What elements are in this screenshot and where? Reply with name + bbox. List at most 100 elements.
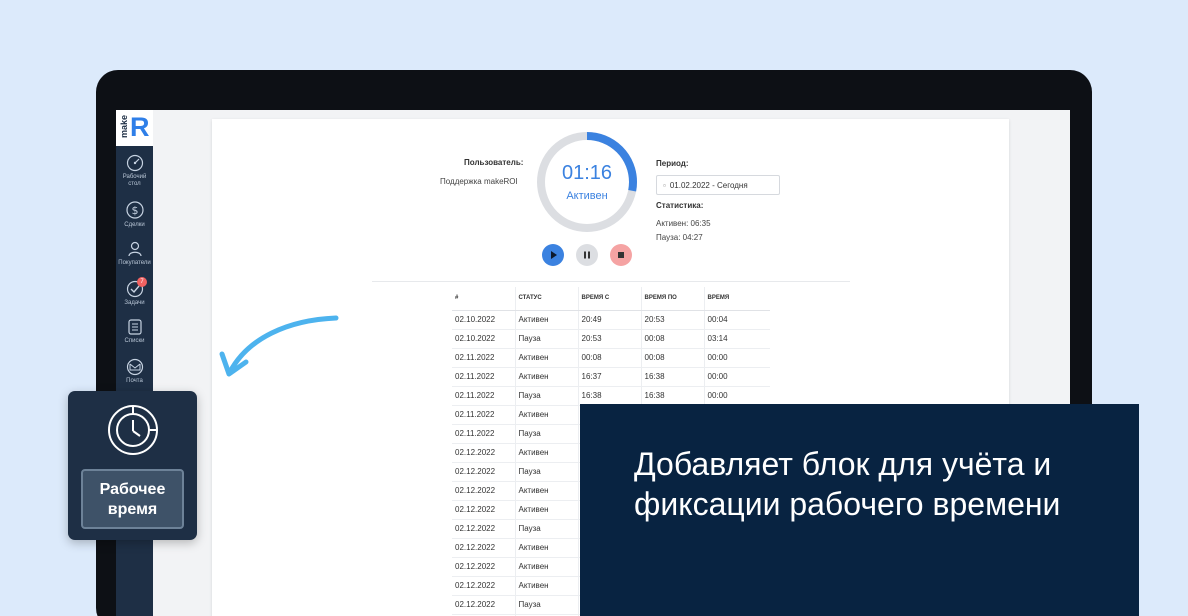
pause-button[interactable] xyxy=(576,244,598,266)
cell-to: 16:38 xyxy=(640,386,704,406)
column-header-from: ВРЕМЯ С xyxy=(577,287,641,311)
section-divider xyxy=(372,281,850,282)
cell-status: Пауза xyxy=(514,595,578,615)
work-time-widget[interactable]: Рабочее время xyxy=(68,391,197,540)
period-label: Период: xyxy=(656,159,689,168)
period-value: 01.02.2022 - Сегодня xyxy=(669,181,748,190)
cell-status: Активен xyxy=(514,348,578,368)
cell-duration: 03:14 xyxy=(703,329,770,349)
column-header-to: ВРЕМЯ ПО xyxy=(640,287,704,311)
table-row: 02.10.2022 Активен 20:49 20:53 00:04 xyxy=(452,310,770,330)
column-header-duration: ВРЕМЯ xyxy=(703,287,770,311)
sidebar-item-lists[interactable]: Списки xyxy=(116,318,153,345)
cell-date: 02.11.2022 xyxy=(452,424,515,444)
cell-to: 16:38 xyxy=(640,367,704,387)
cell-status: Активен xyxy=(514,557,578,577)
cell-status: Активен xyxy=(514,443,578,463)
cell-from: 16:38 xyxy=(577,386,641,406)
work-time-button[interactable]: Рабочее время xyxy=(81,469,184,529)
play-icon xyxy=(551,251,557,259)
table-row: 02.11.2022 Активен 00:08 00:08 00:00 xyxy=(452,348,770,368)
cell-status: Пауза xyxy=(514,462,578,482)
cell-status: Активен xyxy=(514,538,578,558)
table-header-row: # СТАТУС ВРЕМЯ С ВРЕМЯ ПО ВРЕМЯ xyxy=(452,287,770,311)
sidebar-item-label: Списки xyxy=(124,338,145,344)
cell-date: 02.12.2022 xyxy=(452,443,515,463)
cell-from: 20:49 xyxy=(577,310,641,330)
cell-to: 00:08 xyxy=(640,329,704,349)
cell-status: Активен xyxy=(514,481,578,501)
cell-date: 02.11.2022 xyxy=(452,405,515,425)
user-name: Поддержка makeROI xyxy=(440,177,518,186)
pause-icon xyxy=(584,251,590,259)
cell-status: Активен xyxy=(514,500,578,520)
sidebar-item-deals[interactable]: $ Сделки xyxy=(116,200,153,229)
clock-icon xyxy=(108,405,158,455)
play-button[interactable] xyxy=(542,244,564,266)
column-header-status: СТАТУС xyxy=(514,287,578,311)
mail-icon xyxy=(126,358,143,376)
cell-status: Активен xyxy=(514,310,578,330)
cell-date: 02.12.2022 xyxy=(452,500,515,520)
stats-label: Статистика: xyxy=(656,201,704,210)
user-label: Пользователь: xyxy=(464,158,524,167)
cell-status: Пауза xyxy=(514,329,578,349)
sidebar-item-label: Рабочий стол xyxy=(122,174,147,187)
sidebar-item-dashboard[interactable]: Рабочий стол xyxy=(116,154,153,188)
cell-duration: 00:00 xyxy=(703,367,770,387)
cell-status: Активен xyxy=(514,405,578,425)
timer-ring: 01:16 Активен xyxy=(535,130,639,234)
sidebar: make R Рабочий стол $ Сделки Покупатели … xyxy=(116,110,153,616)
sidebar-item-label: Задачи xyxy=(124,300,145,306)
logo-text: make xyxy=(119,115,129,139)
cell-duration: 00:00 xyxy=(703,386,770,406)
stop-icon xyxy=(618,252,624,258)
table-row: 02.11.2022 Пауза 16:38 16:38 00:00 xyxy=(452,386,770,406)
cell-date: 02.12.2022 xyxy=(452,462,515,482)
cell-from: 00:08 xyxy=(577,348,641,368)
column-header-date: # xyxy=(452,287,515,311)
sidebar-item-label: Почта xyxy=(126,378,143,384)
cell-date: 02.11.2022 xyxy=(452,386,515,406)
cell-date: 02.12.2022 xyxy=(452,519,515,539)
period-date-field[interactable]: ▫ 01.02.2022 - Сегодня xyxy=(656,175,780,195)
cell-date: 02.11.2022 xyxy=(452,348,515,368)
cell-from: 16:37 xyxy=(577,367,641,387)
cell-date: 02.12.2022 xyxy=(452,481,515,501)
cell-status: Активен xyxy=(514,576,578,596)
cell-status: Пауза xyxy=(514,386,578,406)
dashboard-icon xyxy=(126,154,143,172)
timer-status: Активен xyxy=(566,190,608,202)
table-row: 02.10.2022 Пауза 20:53 00:08 03:14 xyxy=(452,329,770,349)
stats-pause: Пауза: 04:27 xyxy=(656,233,703,242)
sidebar-item-mail[interactable]: Почта xyxy=(116,358,153,385)
logo-letter: R xyxy=(130,112,150,142)
cell-to: 20:53 xyxy=(640,310,704,330)
cell-duration: 00:04 xyxy=(703,310,770,330)
cell-duration: 00:00 xyxy=(703,348,770,368)
cell-date: 02.10.2022 xyxy=(452,329,515,349)
promo-text: Добавляет блок для учёта и фиксации рабо… xyxy=(634,446,1061,522)
calendar-icon: ▫ xyxy=(663,181,666,190)
cell-date: 02.12.2022 xyxy=(452,557,515,577)
lists-icon xyxy=(127,319,142,335)
timer-value: 01:16 xyxy=(561,162,613,184)
cell-status: Пауза xyxy=(514,424,578,444)
tasks-badge: 7 xyxy=(137,277,147,287)
sidebar-item-label: Сделки xyxy=(124,222,145,228)
sidebar-item-tasks[interactable]: 7 Задачи xyxy=(116,277,153,307)
svg-text:$: $ xyxy=(131,204,138,217)
cell-date: 02.11.2022 xyxy=(452,367,515,387)
dollar-icon: $ xyxy=(125,201,144,219)
promo-panel: Добавляет блок для учёта и фиксации рабо… xyxy=(580,404,1139,616)
table-row: 02.11.2022 Активен 16:37 16:38 00:00 xyxy=(452,367,770,387)
sidebar-item-label: Покупатели xyxy=(118,260,151,266)
app-logo[interactable]: make R xyxy=(116,110,153,146)
sidebar-item-customers[interactable]: Покупатели xyxy=(116,240,153,267)
cell-status: Пауза xyxy=(514,519,578,539)
stop-button[interactable] xyxy=(610,244,632,266)
curved-arrow-icon xyxy=(219,315,339,377)
cell-status: Активен xyxy=(514,367,578,387)
cell-date: 02.12.2022 xyxy=(452,595,515,615)
cell-date: 02.12.2022 xyxy=(452,576,515,596)
